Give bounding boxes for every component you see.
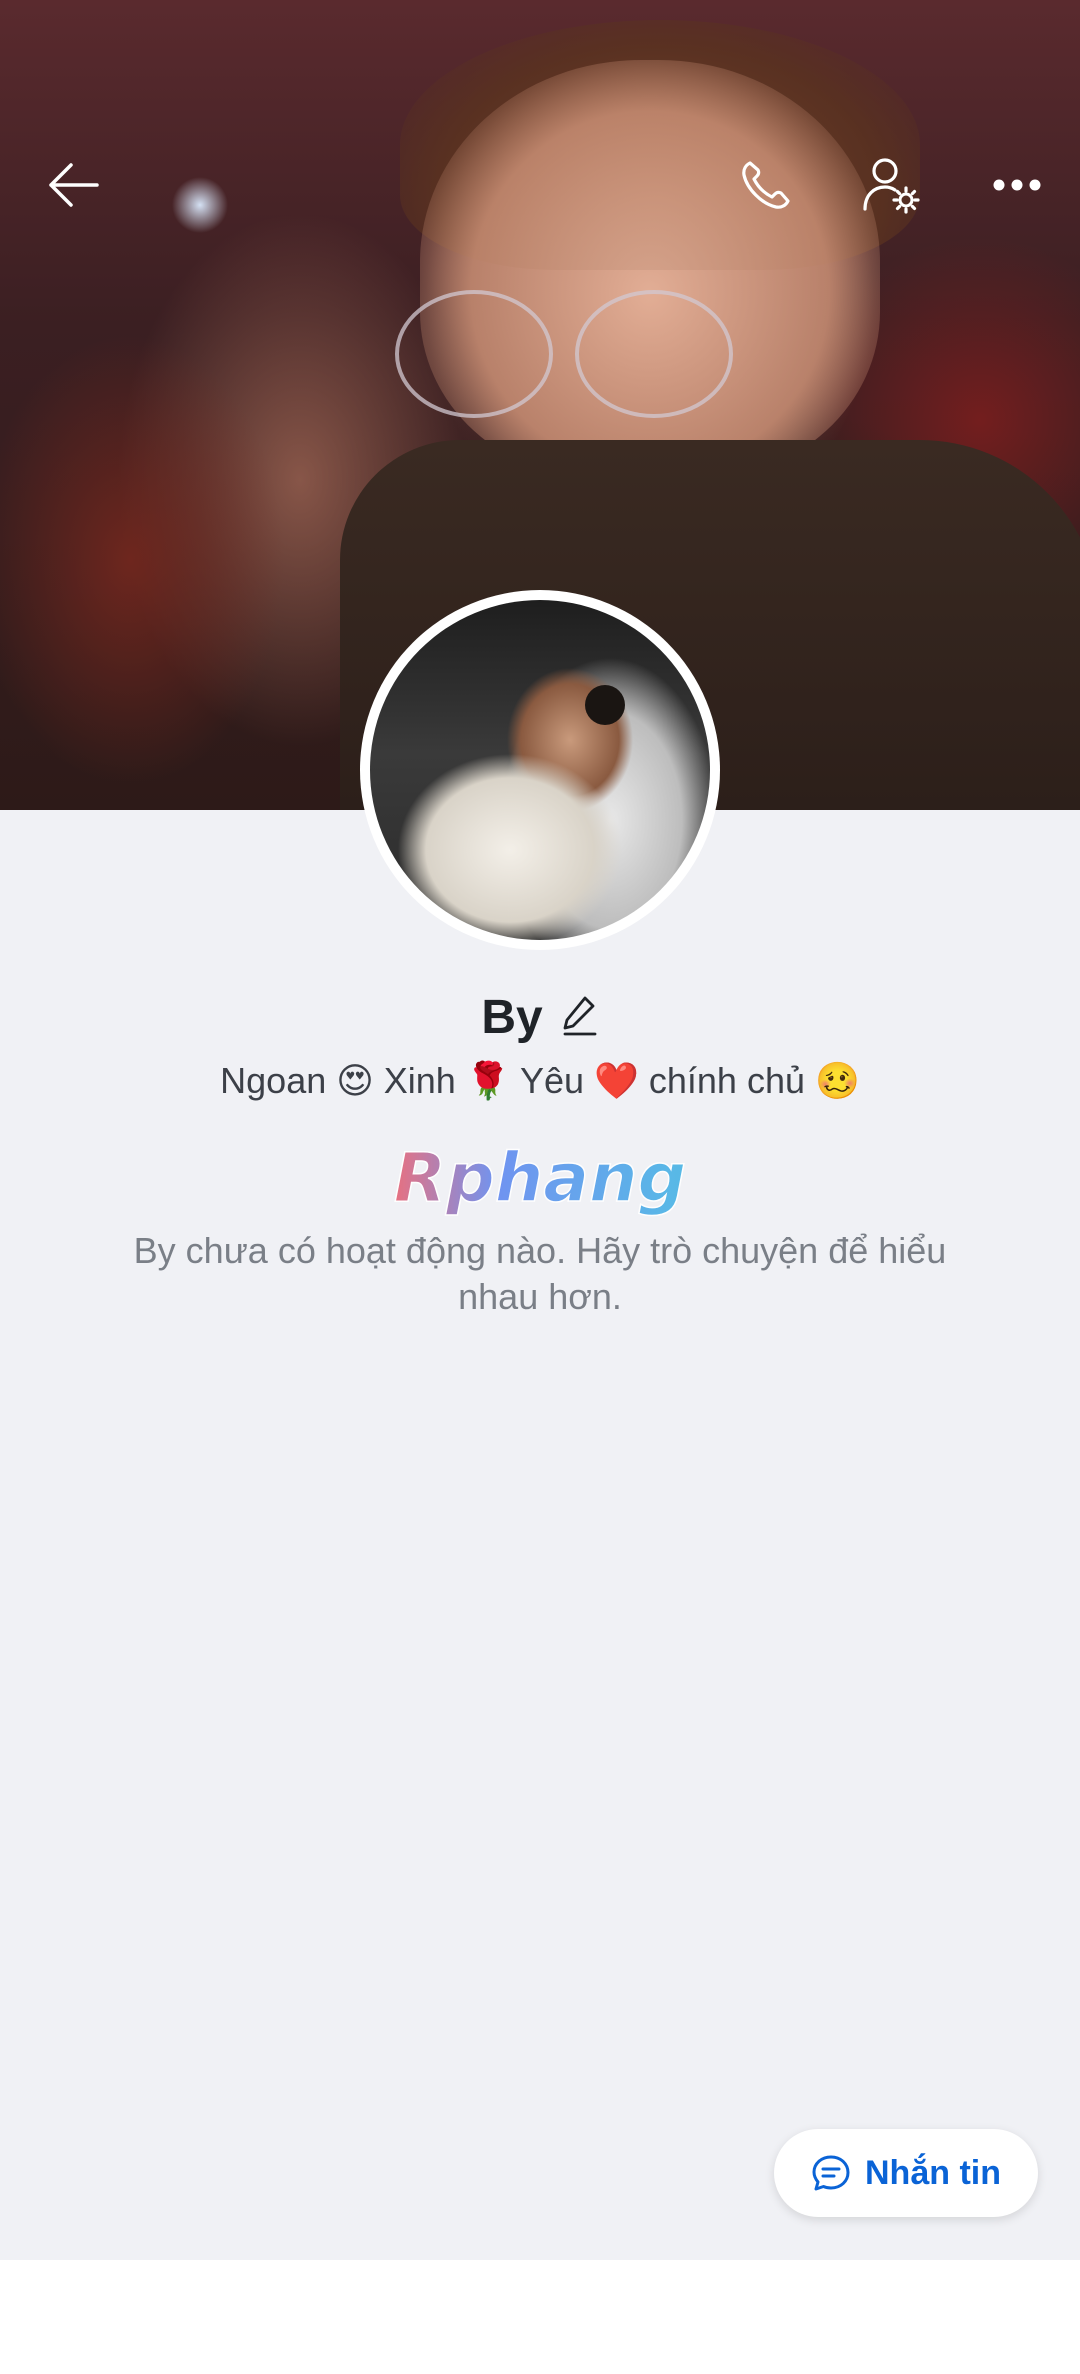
phone-icon [742, 161, 790, 209]
profile-bio: Ngoan 😍 Xinh 🌹 Yêu ❤️ chính chủ 🥴 [220, 1060, 860, 1101]
pencil-icon [563, 996, 597, 1036]
cover-glasses-left [395, 290, 553, 418]
watermark-logo: Rphang [393, 1138, 687, 1219]
send-message-button[interactable]: Nhắn tin [774, 2129, 1038, 2217]
more-options-button[interactable] [982, 150, 1052, 220]
more-dots-icon [993, 179, 1041, 191]
avatar-hair-bun [585, 685, 625, 725]
cover-glasses-right [575, 290, 733, 418]
empty-activity-message: By chưa có hoạt động nào. Hãy trò chuyện… [133, 1230, 947, 1317]
bottom-area [0, 2260, 1080, 2374]
back-button[interactable] [38, 150, 108, 220]
back-arrow-icon [49, 163, 99, 207]
call-button[interactable] [731, 150, 801, 220]
chat-bubble-icon [812, 2155, 850, 2191]
name-row: By [0, 990, 1080, 1045]
avatar-photo [370, 600, 710, 940]
watermark-text: Rphang [394, 1139, 686, 1218]
profile-name: By [481, 991, 543, 1044]
send-message-label: Nhắn tin [865, 2153, 1001, 2192]
profile-settings-button[interactable] [856, 150, 926, 220]
user-settings-icon [863, 158, 920, 214]
edit-name-button[interactable] [561, 994, 599, 1041]
avatar[interactable] [360, 590, 720, 950]
